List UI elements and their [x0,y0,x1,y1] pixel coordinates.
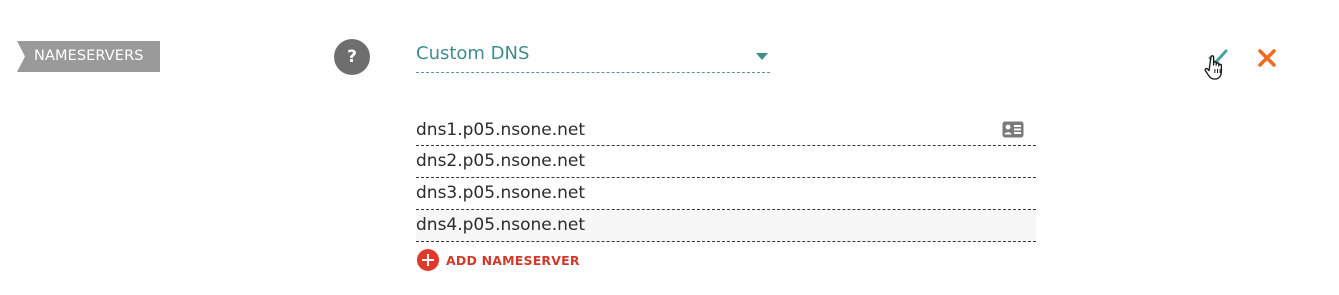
contact-card-icon[interactable] [1002,121,1024,138]
add-nameserver-label: ADD NAMESERVER [446,252,580,268]
nameserver-row [416,114,1036,146]
nameserver-row [416,178,1036,210]
nameservers-section-label: NAMESERVERS [17,41,160,72]
cancel-button[interactable] [1256,47,1278,69]
dns-type-select-value: Custom DNS [416,43,530,64]
nameserver-row [416,146,1036,178]
nameserver-row [416,210,1036,242]
close-x-icon [1258,49,1276,67]
nameserver-input-3[interactable] [416,178,976,209]
nameserver-list [416,114,1036,242]
help-icon[interactable]: ? [334,39,370,75]
confirm-button[interactable] [1203,46,1233,82]
add-nameserver-button[interactable]: ADD NAMESERVER [417,249,580,271]
caret-down-icon [756,53,768,60]
nameserver-input-2[interactable] [416,146,976,177]
nameserver-input-1[interactable] [416,115,976,146]
plus-circle-icon [417,249,439,271]
nameserver-input-4[interactable] [416,210,976,241]
dns-type-select[interactable]: Custom DNS [416,41,770,73]
